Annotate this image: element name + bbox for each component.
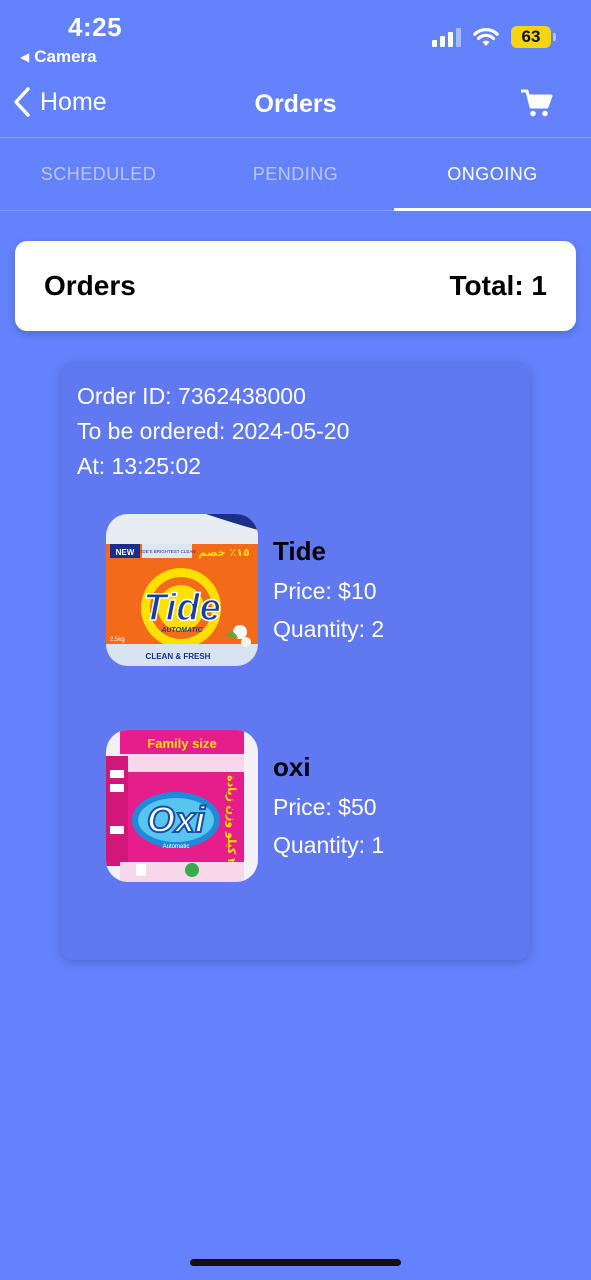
- order-card[interactable]: Order ID: 7362438000 To be ordered: 2024…: [61, 363, 530, 960]
- order-item[interactable]: Family size Oxi Automatic ٢ كيلو وزن زيا…: [106, 730, 506, 882]
- tab-bar: SCHEDULED PENDING ONGOING: [0, 139, 591, 211]
- oxi-product-image: Family size Oxi Automatic ٢ كيلو وزن زيا…: [106, 730, 258, 882]
- signal-icon: [432, 27, 461, 47]
- tide-arabic-offer: ١٥٪ خصم: [198, 546, 250, 559]
- status-bar: 4:25 ◀ Camera 63: [0, 0, 591, 72]
- oxi-banner: Family size: [147, 736, 216, 751]
- tide-sub: AUTOMATIC: [160, 627, 203, 634]
- tab-pending[interactable]: PENDING: [197, 139, 394, 210]
- oxi-logo-text: Oxi: [147, 799, 206, 840]
- tab-scheduled[interactable]: SCHEDULED: [0, 139, 197, 210]
- battery-icon: 63: [511, 26, 556, 48]
- tide-footer: CLEAN & FRESH: [146, 652, 211, 661]
- wifi-icon: [473, 28, 499, 46]
- item-price: Price: $10: [273, 578, 377, 604]
- oxi-sub: Automatic: [163, 844, 190, 850]
- item-name: oxi: [273, 752, 311, 782]
- back-triangle-icon: ◀: [20, 50, 30, 64]
- item-quantity: Quantity: 1: [273, 832, 385, 858]
- tide-badge: NEW: [116, 548, 135, 557]
- tide-tagline: TIDE'S BRIGHTEST CLEAN: [138, 549, 195, 554]
- item-name: Tide: [273, 536, 326, 566]
- tide-logo-text: Tide: [143, 587, 220, 629]
- cart-button[interactable]: [520, 88, 553, 123]
- status-time: 4:25: [68, 12, 123, 42]
- back-app-label: Camera: [34, 47, 97, 66]
- order-date: To be ordered: 2024-05-20: [77, 418, 350, 444]
- orders-summary-card: Orders Total: 1: [15, 241, 576, 331]
- home-indicator[interactable]: [190, 1259, 401, 1266]
- page-title: Orders: [254, 90, 337, 118]
- back-to-camera[interactable]: ◀ Camera: [20, 47, 97, 67]
- tide-weight: 2.5kg: [110, 637, 125, 643]
- cart-icon: [520, 89, 553, 117]
- status-icons: 63: [432, 26, 556, 48]
- order-time: At: 13:25:02: [77, 453, 202, 479]
- item-quantity: Quantity: 2: [273, 616, 385, 642]
- tide-product-image: NEW TIDE'S BRIGHTEST CLEAN ١٥٪ خصم Tide …: [106, 514, 258, 666]
- order-item[interactable]: NEW TIDE'S BRIGHTEST CLEAN ١٥٪ خصم Tide …: [106, 514, 506, 666]
- nav-bar: Home Orders: [0, 72, 591, 138]
- oxi-arabic: ٢ كيلو وزن زيادة: [225, 775, 238, 865]
- summary-total: Total: 1: [449, 270, 547, 301]
- summary-title: Orders: [44, 270, 136, 301]
- item-price: Price: $50: [273, 794, 377, 820]
- order-id: Order ID: 7362438000: [77, 383, 306, 409]
- tab-ongoing[interactable]: ONGOING: [394, 139, 591, 211]
